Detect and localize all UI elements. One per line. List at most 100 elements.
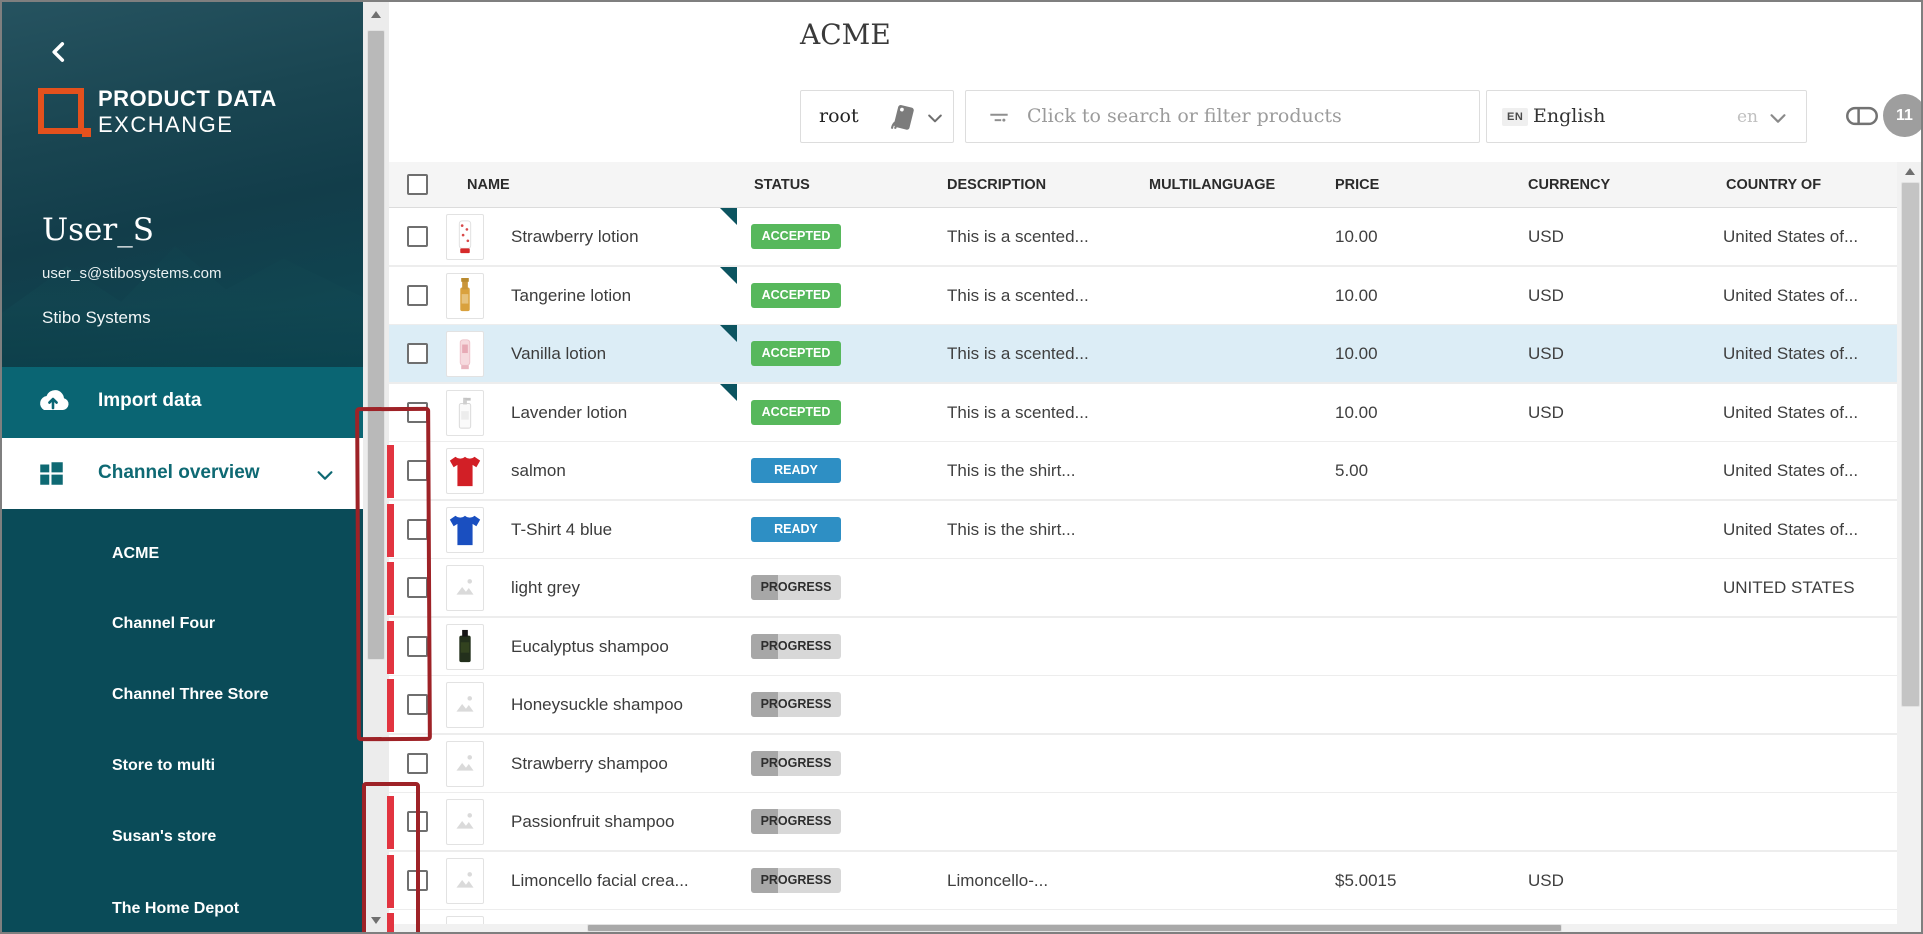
logo-line1: PRODUCT DATA: [98, 86, 277, 112]
collapse-sidebar-button[interactable]: [46, 38, 74, 66]
sidebar-item-label: Import data: [98, 390, 201, 412]
logo-dot-icon: [82, 128, 91, 137]
description-cell: This is a scented...: [947, 325, 1089, 382]
sidebar-item-channel[interactable]: The Home Depot: [2, 892, 363, 926]
sidebar-item-channel[interactable]: ACME: [2, 537, 363, 571]
table-row[interactable]: Honeysuckle shampoo PROGRESS: [389, 676, 1899, 735]
row-checkbox[interactable]: [407, 402, 428, 423]
currency-cell: USD: [1528, 384, 1564, 441]
currency-cell: USD: [1528, 267, 1564, 324]
status-badge: ACCEPTED: [751, 341, 841, 366]
status-badge: PROGRESS: [751, 634, 841, 659]
sidebar-item-label: Channel overview: [98, 462, 260, 484]
image-placeholder-icon: [446, 741, 484, 787]
product-name: Eucalyptus shampoo: [511, 618, 669, 675]
sidebar-item-import-data[interactable]: Import data: [2, 367, 363, 438]
price-cell: $5.0015: [1335, 852, 1396, 909]
product-name: Passionfruit shampoo: [511, 793, 674, 850]
scrollbar-thumb[interactable]: [587, 924, 1562, 932]
description-cell: This is the shirt...: [947, 501, 1075, 558]
row-checkbox[interactable]: [407, 753, 428, 774]
table-row[interactable]: Vanilla lotionACCEPTEDThis is a scented.…: [389, 325, 1899, 384]
row-checkbox[interactable]: [407, 226, 428, 247]
scrollbar-thumb[interactable]: [1901, 182, 1920, 707]
table-row[interactable]: Tangerine lotionACCEPTEDThis is a scente…: [389, 267, 1899, 326]
table-row[interactable]: light greyPROGRESSUNITED STATES: [389, 559, 1899, 618]
sidebar-item-channel[interactable]: Susan's store: [2, 820, 363, 854]
row-checkbox[interactable]: [407, 577, 428, 598]
image-placeholder-icon: [446, 565, 484, 611]
product-thumbnail: [446, 273, 484, 319]
table-vertical-scrollbar[interactable]: [1897, 162, 1923, 932]
table-row[interactable]: salmonREADYThis is the shirt...5.00Unite…: [389, 442, 1899, 501]
sidebar-scrollbar[interactable]: [363, 2, 389, 932]
sidebar-item-channel[interactable]: Store to multi: [2, 749, 363, 783]
product-thumbnail: [446, 331, 484, 377]
table-row[interactable]: Limoncello facial crea...PROGRESSLimonce…: [389, 852, 1899, 911]
table-row[interactable]: Passionfruit shampooPROGRESS: [389, 793, 1899, 852]
currency-cell: USD: [1528, 325, 1564, 382]
table-horizontal-scrollbar[interactable]: [389, 924, 1897, 932]
status-badge: ACCEPTED: [751, 400, 841, 425]
product-thumbnail: [446, 507, 484, 553]
description-cell: Limoncello-...: [947, 852, 1048, 909]
row-checkbox[interactable]: [407, 285, 428, 306]
table-row[interactable]: T-Shirt 4 blueREADYThis is the shirt...U…: [389, 501, 1899, 560]
product-name: T-Shirt 4 blue: [511, 501, 612, 558]
status-badge: PROGRESS: [751, 751, 841, 776]
cloud-upload-icon: [36, 388, 70, 414]
price-cell: 10.00: [1335, 208, 1378, 265]
row-checkbox[interactable]: [407, 811, 428, 832]
table-row[interactable]: Strawberry shampooPROGRESS: [389, 735, 1899, 794]
scroll-down-arrow-icon[interactable]: [371, 917, 381, 924]
corner-flag-icon: [720, 325, 737, 342]
row-checkbox[interactable]: [407, 343, 428, 364]
price-cell: 10.00: [1335, 325, 1378, 382]
scroll-up-arrow-icon[interactable]: [371, 11, 381, 18]
sidebar-item-channel[interactable]: Channel Four: [2, 607, 363, 641]
chevron-left-icon: [46, 38, 74, 66]
sidebar-item-channel[interactable]: Channel Three Store: [2, 678, 363, 712]
table-row[interactable]: Lavender lotionACCEPTEDThis is a scented…: [389, 384, 1899, 443]
country-cell: UNITED STATES: [1723, 559, 1855, 616]
status-badge: PROGRESS: [751, 575, 841, 600]
status-badge: READY: [751, 517, 841, 542]
row-checkbox[interactable]: [407, 636, 428, 657]
scrollbar-thumb[interactable]: [367, 30, 385, 660]
status-badge: PROGRESS: [751, 868, 841, 893]
description-cell: This is a scented...: [947, 267, 1089, 324]
image-placeholder-icon: [446, 858, 484, 904]
currency-cell: USD: [1528, 208, 1564, 265]
status-badge: READY: [751, 458, 841, 483]
country-cell: United States of...: [1723, 325, 1858, 382]
product-thumbnail: [446, 390, 484, 436]
product-name: Lavender lotion: [511, 384, 627, 441]
product-thumbnail: [446, 448, 484, 494]
sidebar: PRODUCT DATA EXCHANGE User_S user_s@stib…: [2, 2, 363, 932]
row-checkbox[interactable]: [407, 694, 428, 715]
description-cell: This is a scented...: [947, 208, 1089, 265]
country-cell: United States of...: [1723, 384, 1858, 441]
row-checkbox[interactable]: [407, 460, 428, 481]
table-row[interactable]: Strawberry lotion ACCEPTED This is a scent…: [389, 208, 1899, 267]
status-badge: ACCEPTED: [751, 283, 841, 308]
product-name: Strawberry lotion: [511, 208, 639, 265]
status-badge: ACCEPTED: [751, 224, 841, 249]
currency-cell: USD: [1528, 852, 1564, 909]
sidebar-item-channel-overview[interactable]: Channel overview: [2, 438, 363, 509]
status-badge: PROGRESS: [751, 692, 841, 717]
row-checkbox[interactable]: [407, 519, 428, 540]
logo-square-icon: [38, 88, 84, 134]
product-name: Honeysuckle shampoo: [511, 676, 683, 733]
user-name: User_S: [42, 212, 154, 248]
product-thumbnail: [446, 624, 484, 670]
image-placeholder-icon: [446, 799, 484, 845]
logo-line2: EXCHANGE: [98, 112, 277, 138]
scroll-up-arrow-icon[interactable]: [1905, 168, 1915, 175]
row-checkbox[interactable]: [407, 870, 428, 891]
table-row[interactable]: Eucalyptus shampoo PROGRESS: [389, 618, 1899, 677]
grid-squares-icon: [38, 460, 65, 487]
corner-flag-icon: [720, 208, 737, 225]
price-cell: 10.00: [1335, 267, 1378, 324]
user-organization: Stibo Systems: [42, 308, 151, 328]
